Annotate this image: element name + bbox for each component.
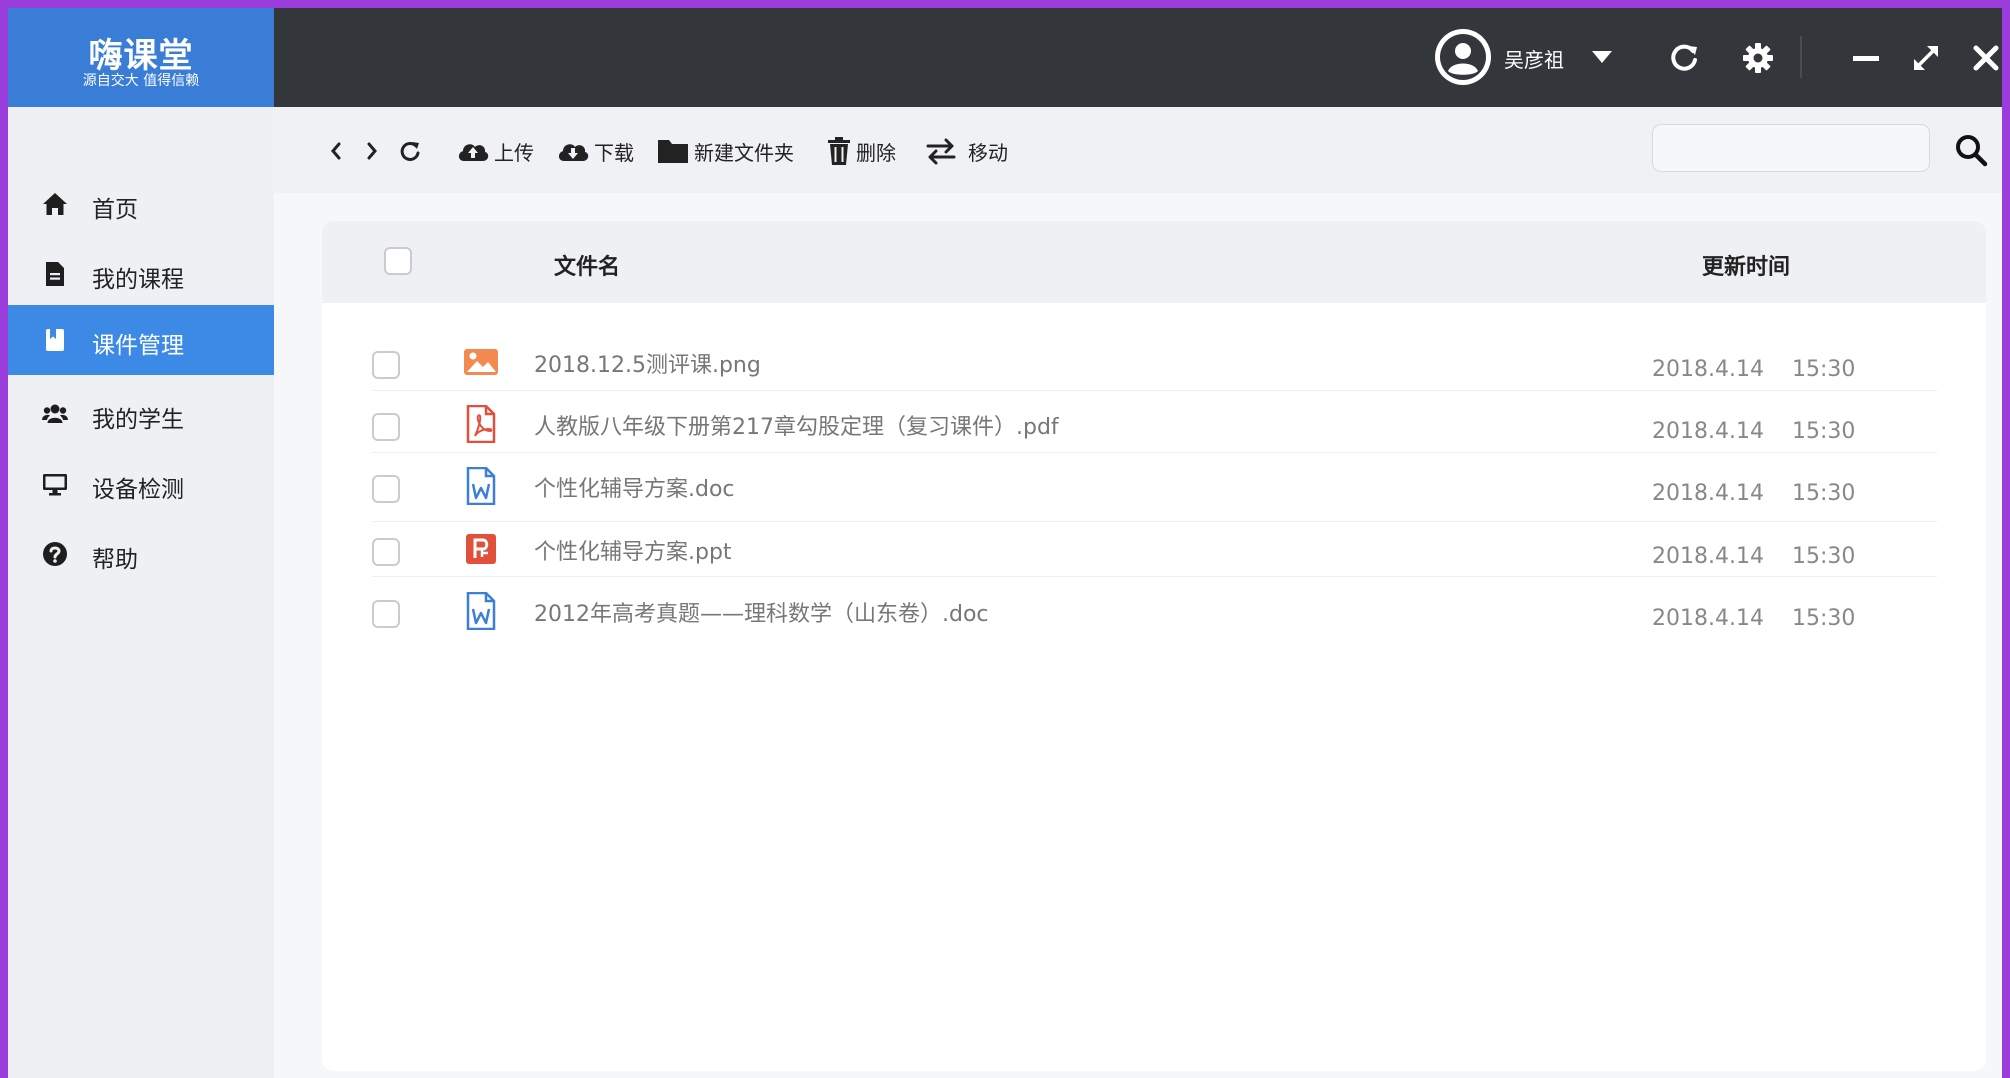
- forward-button[interactable]: [364, 135, 380, 167]
- file-updated-time: 2018.4.14 15:30: [1652, 544, 1856, 569]
- file-name[interactable]: 2018.12.5测评课.png: [534, 347, 761, 379]
- file-row[interactable]: 个性化辅导方案.ppt 2018.4.14 15:30: [372, 520, 1937, 582]
- monitor-icon: [43, 474, 67, 496]
- image-file-icon: [464, 349, 498, 375]
- expand-icon[interactable]: [1910, 42, 1942, 74]
- minimize-icon[interactable]: [1850, 42, 1882, 74]
- delete-label: 删除: [856, 140, 896, 165]
- sidebar-item-label: 课件管理: [92, 333, 184, 359]
- move-label: 移动: [968, 140, 1008, 165]
- sidebar-item-courseware[interactable]: 课件管理: [8, 305, 274, 375]
- help-icon: [43, 542, 67, 566]
- row-checkbox[interactable]: [372, 538, 400, 566]
- sidebar: 首页 我的课程 课件管理 我的学生 设备检测 帮助: [8, 107, 274, 1078]
- new-folder-button[interactable]: 新建文件夹: [656, 135, 794, 167]
- app-window: 嗨课堂 源自交大 值得信赖 吴彦祖 首页 我的课程 课件管理 我的学生 设备检测…: [8, 8, 2002, 1078]
- app-logo[interactable]: 嗨课堂 源自交大 值得信赖: [8, 8, 274, 107]
- column-header-name[interactable]: 文件名: [554, 249, 620, 281]
- chevron-down-icon[interactable]: [1588, 42, 1616, 70]
- file-list-header: 文件名 更新时间: [322, 221, 1986, 303]
- file-row[interactable]: 2018.12.5测评课.png 2018.4.14 15:30: [372, 333, 1937, 395]
- sidebar-item-my-courses[interactable]: 我的课程: [8, 239, 274, 309]
- file-updated-time: 2018.4.14 15:30: [1652, 481, 1856, 506]
- row-checkbox[interactable]: [372, 413, 400, 441]
- row-checkbox[interactable]: [372, 351, 400, 379]
- pdf-file-icon: [466, 405, 496, 443]
- document-icon: [46, 262, 64, 286]
- chevron-left-icon: [331, 142, 341, 160]
- row-divider: [372, 390, 1937, 391]
- sidebar-item-label: 帮助: [92, 547, 138, 573]
- move-button[interactable]: 移动: [924, 135, 1008, 167]
- sidebar-item-home[interactable]: 首页: [8, 169, 274, 239]
- refresh-icon: [400, 141, 420, 161]
- logo-subtitle: 源自交大 值得信赖: [82, 73, 200, 89]
- home-icon: [43, 193, 67, 215]
- refresh-icon[interactable]: [1668, 42, 1700, 74]
- sidebar-item-label: 首页: [92, 197, 138, 223]
- file-name[interactable]: 2012年高考真题——理科数学（山东卷）.doc: [534, 596, 989, 628]
- folder-icon: [658, 140, 688, 163]
- file-updated-time: 2018.4.14 15:30: [1652, 419, 1856, 444]
- back-button[interactable]: [328, 135, 344, 167]
- delete-button[interactable]: 删除: [826, 135, 896, 167]
- column-header-time[interactable]: 更新时间: [1702, 249, 1790, 281]
- close-icon[interactable]: [1970, 42, 2002, 74]
- file-toolbar: 上传 下载 新建文件夹 删除 移动: [274, 107, 2002, 193]
- file-updated-time: 2018.4.14 15:30: [1652, 606, 1856, 631]
- search-input[interactable]: [1652, 124, 1930, 172]
- file-name[interactable]: 人教版八年级下册第217章勾股定理（复习课件）.pdf: [534, 409, 1059, 441]
- user-name[interactable]: 吴彦祖: [1504, 44, 1564, 73]
- sidebar-item-device-check[interactable]: 设备检测: [8, 449, 274, 519]
- reload-button[interactable]: [398, 135, 422, 167]
- search-icon[interactable]: [1954, 133, 1988, 167]
- word-file-icon: [466, 592, 496, 630]
- file-list-panel: 文件名 更新时间 2018.12.5测评课.png 2018.4.14 15:3…: [322, 221, 1986, 1071]
- topbar-divider: [1800, 36, 1802, 78]
- upload-button[interactable]: 上传: [456, 135, 534, 167]
- chevron-right-icon: [367, 142, 377, 160]
- download-button[interactable]: 下载: [556, 135, 634, 167]
- top-bar: 嗨课堂 源自交大 值得信赖 吴彦祖: [8, 8, 2002, 107]
- file-row[interactable]: 人教版八年级下册第217章勾股定理（复习课件）.pdf 2018.4.14 15…: [372, 395, 1937, 457]
- new-folder-label: 新建文件夹: [694, 140, 794, 165]
- sidebar-item-label: 我的学生: [92, 407, 184, 433]
- sidebar-item-label: 我的课程: [92, 267, 184, 293]
- ppt-file-icon: [466, 534, 496, 564]
- cloud-upload-icon: [458, 144, 489, 161]
- file-name[interactable]: 个性化辅导方案.doc: [534, 471, 735, 503]
- file-updated-time: 2018.4.14 15:30: [1652, 357, 1856, 382]
- row-divider: [372, 452, 1937, 453]
- file-name[interactable]: 个性化辅导方案.ppt: [534, 534, 732, 566]
- swap-arrows-icon: [926, 138, 956, 165]
- word-file-icon: [466, 467, 496, 505]
- row-checkbox[interactable]: [372, 600, 400, 628]
- bookmark-icon: [46, 329, 64, 351]
- file-row[interactable]: 2012年高考真题——理科数学（山东卷）.doc 2018.4.14 15:30: [372, 582, 1937, 644]
- upload-label: 上传: [494, 140, 534, 165]
- file-row[interactable]: 个性化辅导方案.doc 2018.4.14 15:30: [372, 457, 1937, 519]
- cloud-download-icon: [558, 144, 589, 161]
- users-icon: [42, 404, 68, 423]
- gear-icon[interactable]: [1742, 42, 1774, 74]
- select-all-checkbox[interactable]: [384, 247, 412, 275]
- user-avatar-icon[interactable]: [1434, 28, 1492, 86]
- sidebar-item-my-students[interactable]: 我的学生: [8, 379, 274, 449]
- sidebar-item-help[interactable]: 帮助: [8, 519, 274, 589]
- row-checkbox[interactable]: [372, 475, 400, 503]
- sidebar-item-label: 设备检测: [92, 477, 184, 503]
- trash-icon: [828, 137, 850, 165]
- row-divider: [372, 576, 1937, 577]
- download-label: 下载: [594, 140, 634, 165]
